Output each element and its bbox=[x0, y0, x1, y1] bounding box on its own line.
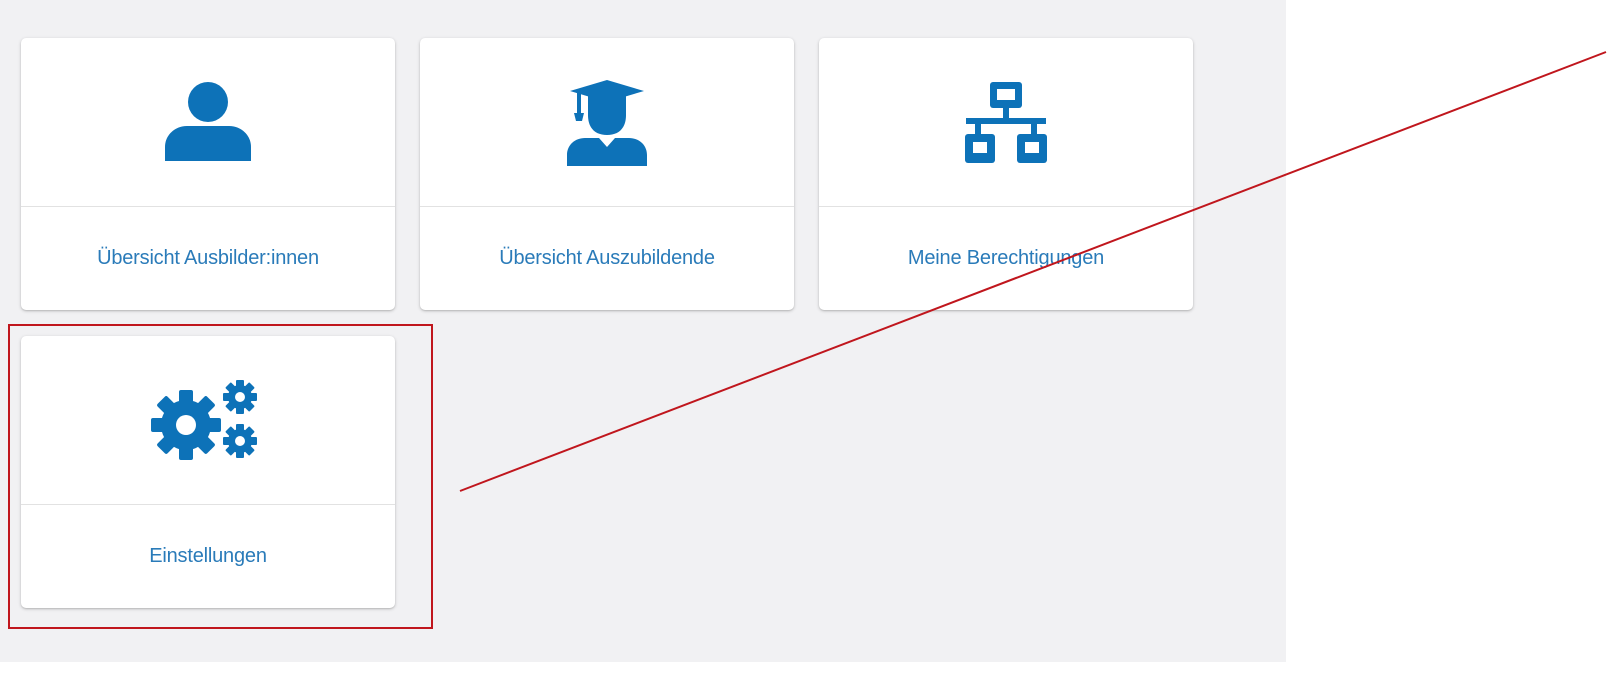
dashboard-panel: Übersicht Ausbilder:innen Übersicht Ausz… bbox=[0, 0, 1286, 662]
tile-icon-area bbox=[819, 38, 1193, 206]
tile-trainers-overview[interactable]: Übersicht Ausbilder:innen bbox=[21, 38, 395, 310]
tile-icon-area bbox=[21, 336, 395, 504]
tile-apprentices-overview[interactable]: Übersicht Auszubildende bbox=[420, 38, 794, 310]
tile-icon-area bbox=[420, 38, 794, 206]
tile-label: Übersicht Auszubildende bbox=[499, 247, 715, 269]
user-icon bbox=[165, 82, 251, 161]
graduate-icon bbox=[567, 80, 647, 166]
tile-label: Übersicht Ausbilder:innen bbox=[97, 247, 319, 269]
tile-label: Meine Berechtigungen bbox=[907, 247, 1105, 269]
gears-icon bbox=[151, 380, 257, 460]
tile-icon-area bbox=[21, 38, 395, 206]
tile-my-permissions[interactable]: Meine Berechtigungen bbox=[819, 38, 1193, 310]
tile-settings[interactable]: Einstellungen bbox=[21, 336, 395, 608]
sitemap-icon bbox=[965, 82, 1047, 163]
tile-label: Einstellungen bbox=[149, 545, 267, 567]
